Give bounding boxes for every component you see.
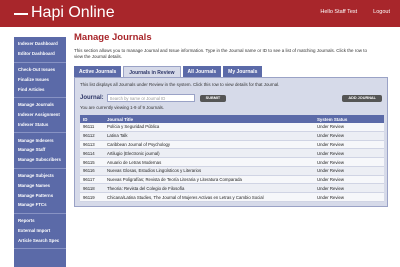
journal-title: Anuario de Letras Modernas (104, 157, 314, 167)
journal-status: Under Review (314, 157, 384, 167)
sidebar-item-manage-subjects[interactable]: Manage Subjects (14, 171, 66, 181)
sidebar-item-indexer-dashboard[interactable]: Indexer Dashboard (14, 39, 66, 49)
table-row[interactable]: 96117 Nuevas Poligrafías; Revista de Teo… (80, 175, 384, 185)
sidebar-item-manage-patterns[interactable]: Manage Patterns (14, 190, 66, 200)
top-nav: Hello Staff Test Logout (320, 9, 390, 15)
journal-title: Chicana/Latina Studies, The Journal of M… (104, 192, 314, 203)
add-journal-button[interactable]: ADD JOURNAL (342, 94, 382, 102)
journal-id: 96116 (80, 166, 104, 176)
result-count: You are currently viewing 1-9 of 9 Journ… (80, 105, 165, 110)
journal-status: Under Review (314, 131, 384, 141)
sidebar-group-people: Manage Indexers Manage Staff Manage Subs… (14, 133, 66, 169)
sidebar-item-manage-staff[interactable]: Manage Staff (14, 145, 66, 155)
journal-title: Caribbean Journal of Psychology (104, 140, 314, 150)
tab-all-journals[interactable]: All Journals (182, 66, 222, 77)
sidebar-item-indexer-assignment[interactable]: Indexer Assignment (14, 110, 66, 120)
sidebar-item-indexer-status[interactable]: Indexer Status (14, 119, 66, 129)
table-row[interactable]: 96119 Chicana/Latina Studies, The Journa… (80, 192, 384, 203)
sidebar-group-vocabulary: Manage Subjects Manage Names Manage Patt… (14, 169, 66, 214)
sidebar-item-find-articles[interactable]: Find Articles (14, 84, 66, 94)
sidebar-group-reports: Reports External Import Article Search S… (14, 214, 66, 250)
journal-title: Nuevas Glosas, Estudios Lingüísticos y L… (104, 166, 314, 176)
sidebar-group-journals: Manage Journals Indexer Assignment Index… (14, 98, 66, 134)
sidebar: Indexer Dashboard Editor Dashboard Check… (14, 37, 66, 267)
logout-link[interactable]: Logout (373, 9, 390, 15)
journal-title: Polícia y Seguridad Pública (104, 123, 314, 132)
journal-status: Under Review (314, 166, 384, 176)
table-header-row: ID Journal Title System Status (80, 115, 384, 123)
journal-status: Under Review (314, 123, 384, 132)
column-header-title[interactable]: Journal Title (104, 115, 314, 123)
journal-id: 96117 (80, 175, 104, 185)
journal-id: 96118 (80, 183, 104, 194)
table-row[interactable]: 96116 Nuevas Glosas, Estudios Lingüístic… (80, 166, 384, 176)
table-row[interactable]: 96115 Anuario de Letras Modernas Under R… (80, 157, 384, 167)
brand-name: Hapi Online (31, 4, 115, 21)
search-row: Journal: SUBMIT ADD JOURNAL (80, 93, 382, 103)
sidebar-item-article-search-spec[interactable]: Article Search Spec (14, 235, 66, 245)
table-row[interactable]: 96113 Caribbean Journal of Psychology Un… (80, 140, 384, 150)
sidebar-item-external-import[interactable]: External Import (14, 226, 66, 236)
sidebar-group-issues: Check-Out Issues Finalize Issues Find Ar… (14, 63, 66, 98)
journal-title: Latina Talk (104, 131, 314, 141)
sidebar-item-finalize-issues[interactable]: Finalize Issues (14, 74, 66, 84)
journals-panel: This list displays all Journals under Re… (74, 77, 388, 208)
journal-id: 96111 (80, 123, 104, 132)
table-row[interactable]: 96114 Artilugio (Electronic journal) Und… (80, 148, 384, 159)
table-row[interactable]: 96118 Theoria: Revista del Colegio de Fi… (80, 183, 384, 194)
journal-title: Nuevas Poligrafías; Revista de Teoría Li… (104, 175, 314, 185)
journal-status: Under Review (314, 148, 384, 159)
journal-id: 96113 (80, 140, 104, 150)
journal-id: 96119 (80, 192, 104, 203)
journal-status: Under Review (314, 192, 384, 203)
sidebar-item-editor-dashboard[interactable]: Editor Dashboard (14, 49, 66, 59)
sidebar-item-manage-indexers[interactable]: Manage Indexers (14, 135, 66, 145)
sidebar-item-manage-journals[interactable]: Manage Journals (14, 100, 66, 110)
sidebar-item-manage-subscribers[interactable]: Manage Subscribers (14, 155, 66, 165)
journal-tabs: Active Journals Journals in Review All J… (74, 66, 388, 77)
journal-search-label: Journal: (80, 95, 104, 101)
column-header-id[interactable]: ID (80, 115, 104, 123)
column-header-status[interactable]: System Status (314, 115, 384, 123)
logo-dash-icon (14, 13, 28, 15)
submit-button[interactable]: SUBMIT (199, 94, 227, 102)
sidebar-group-dashboards: Indexer Dashboard Editor Dashboard (14, 37, 66, 63)
journals-table: ID Journal Title System Status 96111 Pol… (80, 115, 384, 203)
tab-active-journals[interactable]: Active Journals (74, 66, 122, 77)
journal-title: Theoria: Revista del Colegio de Filosofí… (104, 183, 314, 194)
journal-status: Under Review (314, 140, 384, 150)
panel-description: This list displays all Journals under Re… (80, 82, 280, 87)
journal-id: 96115 (80, 157, 104, 167)
journal-title: Artilugio (Electronic journal) (104, 148, 314, 159)
journal-id: 96112 (80, 131, 104, 141)
user-greeting-link[interactable]: Hello Staff Test (320, 9, 357, 15)
journal-id: 96114 (80, 148, 104, 159)
table-row[interactable]: 96112 Latina Talk Under Review (80, 131, 384, 141)
tab-journals-in-review[interactable]: Journals in Review (123, 66, 181, 77)
journal-search-input[interactable] (106, 94, 195, 102)
main-content: Manage Journals This section allows you … (74, 28, 388, 208)
page-intro: This section allows you to manage Journa… (74, 48, 368, 59)
sidebar-item-manage-names[interactable]: Manage Names (14, 180, 66, 190)
sidebar-item-manage-ftcs[interactable]: Manage FTCs (14, 200, 66, 210)
top-bar: Hapi Online Hello Staff Test Logout (0, 0, 400, 27)
table-row[interactable]: 96111 Polícia y Seguridad Pública Under … (80, 123, 384, 132)
journal-status: Under Review (314, 175, 384, 185)
sidebar-item-check-out-issues[interactable]: Check-Out Issues (14, 65, 66, 75)
brand-logo[interactable]: Hapi Online (14, 4, 115, 22)
journal-status: Under Review (314, 183, 384, 194)
tab-my-journals[interactable]: My Journals (223, 66, 263, 77)
page-title: Manage Journals (74, 32, 152, 43)
sidebar-item-reports[interactable]: Reports (14, 216, 66, 226)
